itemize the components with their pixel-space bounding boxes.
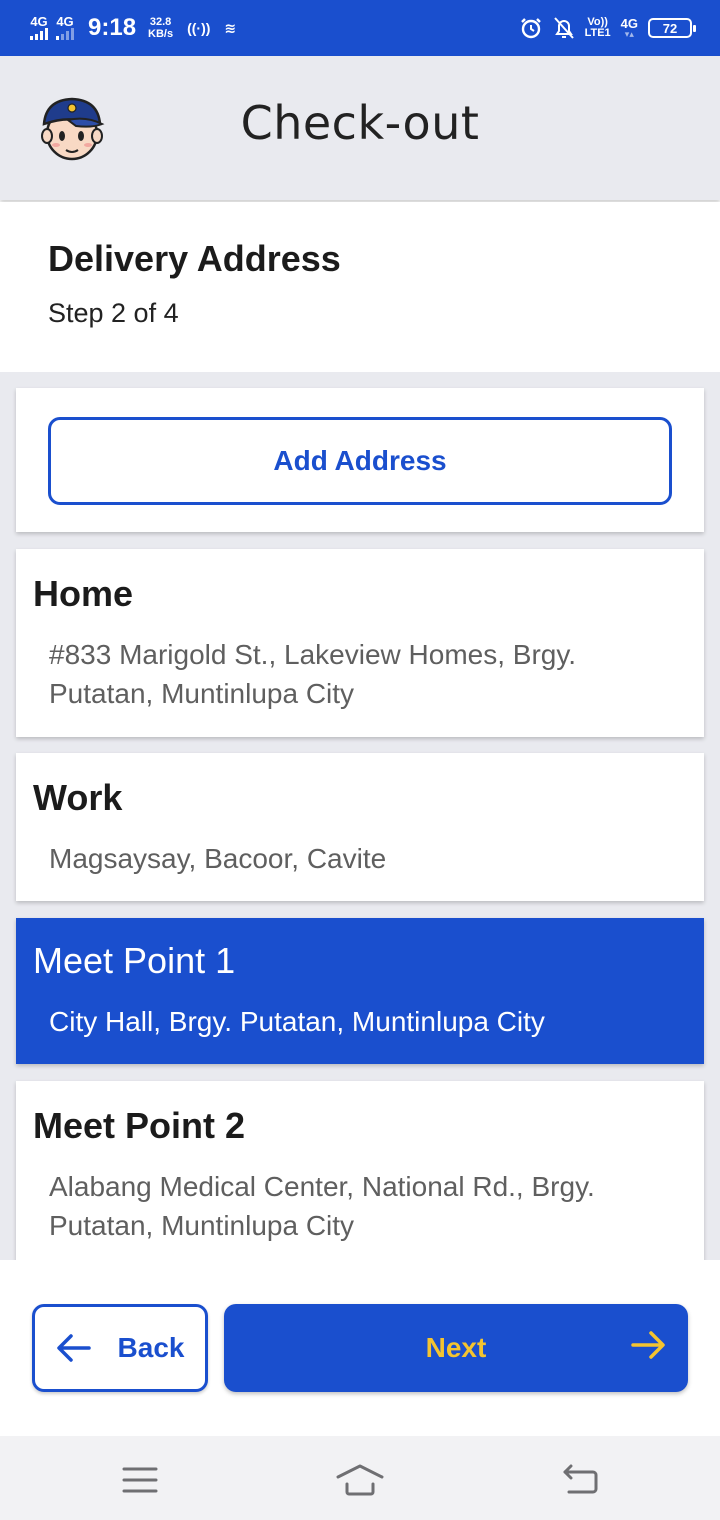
address-text: #833 Marigold St., Lakeview Homes, Brgy.… <box>49 639 577 709</box>
address-card-meet-point-2[interactable]: Meet Point 2 Alabang Medical Center, Nat… <box>16 1081 704 1260</box>
address-card-work[interactable]: Work Magsaysay, Bacoor, Cavite <box>16 753 704 901</box>
address-text: City Hall, Brgy. Putatan, Muntinlupa Cit… <box>49 1006 545 1037</box>
home-button[interactable] <box>330 1460 390 1500</box>
next-button[interactable]: Next <box>224 1304 688 1392</box>
add-address-card: Add Address <box>16 388 704 532</box>
system-nav-bar <box>0 1436 720 1520</box>
page-title: Check-out <box>240 96 480 150</box>
alarm-icon <box>520 18 541 39</box>
network-speed-unit: KB/s <box>148 28 174 40</box>
address-name: Meet Point 1 <box>33 940 236 981</box>
signal-3-icon: 4G ▾▴ <box>620 15 638 39</box>
home-icon <box>336 1464 384 1496</box>
volte-indicator: Vo)) LTE1 <box>585 17 611 39</box>
return-button[interactable] <box>550 1460 610 1500</box>
menu-icon <box>122 1467 158 1493</box>
add-address-button[interactable]: Add Address <box>48 417 672 505</box>
address-list[interactable]: Add Address Home #833 Marigold St., Lake… <box>0 372 720 1260</box>
network-speed: 32.8 KB/s <box>148 16 173 40</box>
back-label: Back <box>117 1332 185 1363</box>
address-text: Magsaysay, Bacoor, Cavite <box>49 843 387 874</box>
back-button[interactable]: Back <box>32 1304 208 1392</box>
step-indicator: Step 2 of 4 <box>48 298 179 328</box>
address-name: Home <box>33 573 134 614</box>
address-card-meet-point-1[interactable]: Meet Point 1 City Hall, Brgy. Putatan, M… <box>16 918 704 1064</box>
network-type-3: 4G <box>620 15 638 31</box>
network-speed-value: 32.8 <box>149 16 172 28</box>
address-name: Work <box>33 777 123 818</box>
status-bar: 4G 4G 9:18 32.8 KB/s ((·)) ≋ Vo)) LTE1 4… <box>0 0 720 56</box>
lte-label: LTE1 <box>584 27 611 39</box>
address-card-home[interactable]: Home #833 Marigold St., Lakeview Homes, … <box>16 549 704 737</box>
battery-level: 72 <box>662 20 678 36</box>
network-type-2: 4G <box>56 14 74 29</box>
signal-1-icon: 4G <box>30 14 48 40</box>
network-type-1: 4G <box>30 14 48 29</box>
return-icon <box>563 1464 598 1494</box>
battery-icon: 72 <box>648 18 696 38</box>
signal-2-icon: 4G <box>56 14 74 40</box>
hotspot-icon: ((·)) <box>187 20 211 36</box>
step-section: Delivery Address Step 2 of 4 <box>0 202 720 372</box>
menu-button[interactable] <box>110 1460 170 1500</box>
section-title: Delivery Address <box>48 238 341 279</box>
address-text: Alabang Medical Center, National Rd., Br… <box>49 1171 595 1241</box>
arrow-left-icon <box>56 1334 91 1362</box>
data-saver-icon: ≋ <box>224 19 237 36</box>
app-header: Check-out <box>0 56 720 200</box>
next-label: Next <box>425 1332 487 1363</box>
clock: 9:18 <box>88 14 137 41</box>
arrow-right-icon <box>631 1331 665 1359</box>
footer: Back Next <box>0 1260 720 1436</box>
notifications-off-icon <box>553 17 574 39</box>
address-name: Meet Point 2 <box>33 1105 246 1146</box>
